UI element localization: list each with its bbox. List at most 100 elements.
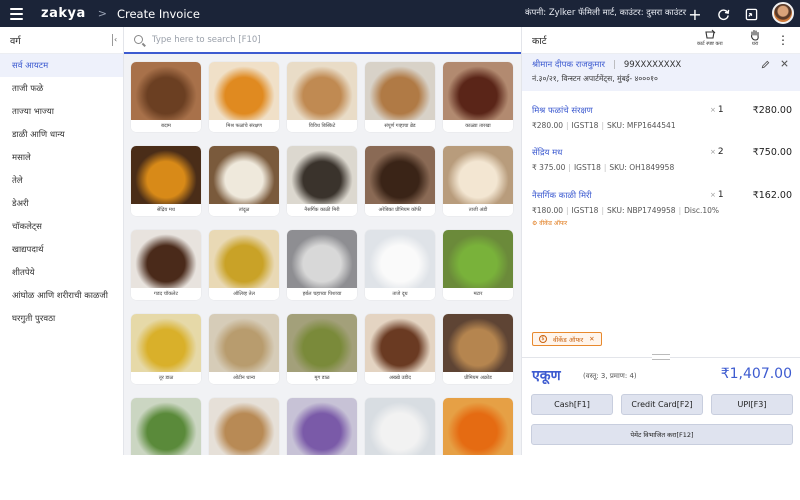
drag-handle[interactable] [652,354,670,360]
product-tile[interactable]: हर्बल चहाच्या पिशव्या [287,230,357,300]
clear-cart-button[interactable]: कार्ट स्पष्ट करा [697,29,723,47]
product-tile[interactable]: सेंद्रिय मध [131,146,201,216]
product-label: बदाम [131,120,201,132]
more-options-icon[interactable]: ⋮ [777,34,790,46]
split-payment-button[interactable]: पेमेंट विभाजित करा[F12] [531,424,793,445]
product-tile[interactable]: विविध बिस्किटे [287,62,357,132]
cart-item[interactable]: मिश्र फळांचे संरक्षण ₹280.00 | IGST18 | SKU: … [532,105,792,130]
cart-header: कार्ट कार्ट स्पष्ट करा धरा ⋮ [522,27,800,54]
sidebar-item[interactable]: तेले [0,169,123,192]
product-tile[interactable]: मटार [443,230,513,300]
item-meta-value: SKU: MFP1644541 [607,121,676,130]
customer-card[interactable]: श्रीमान दीपक राजकुमार | 99XXXXXXXX नं.३०… [522,54,800,91]
total-summary: (वस्तू: 3, प्रमाण: 4) [583,372,637,380]
remove-discount-icon[interactable]: ✕ [589,335,594,343]
sync-icon[interactable] [713,4,733,24]
product-tile[interactable]: गडद चॉकलेट [131,230,201,300]
product-tile[interactable]: बॉडी लोशन [365,398,435,455]
product-tile[interactable]: नैसर्गिक काळी मिरी [287,146,357,216]
cash-button[interactable]: Cash[F1] [531,394,613,415]
clear-cart-label: कार्ट स्पष्ट करा [697,41,723,47]
item-quantity[interactable]: × 2 [710,147,724,157]
meta-separator: | [566,206,569,215]
meta-separator: | [568,163,571,172]
sidebar-item[interactable]: ताजी फळे [0,77,123,100]
product-label: मिश्र फळांचे संरक्षण [209,120,279,132]
product-tile[interactable]: ताजे दूध [365,230,435,300]
item-quantity[interactable]: × 1 [710,105,724,115]
customer-address: नं.३०/२१, विन्स्टन अपार्टमेंट्स, मुंबई- … [532,74,658,83]
product-tile[interactable]: मूग डाळ [287,314,357,384]
product-tile[interactable]: अख्खे उडीद [365,314,435,384]
product-tile[interactable]: टूथब्रश [209,398,279,455]
product-image [209,230,279,288]
company-counter-label[interactable]: कंपनी: Zylker फॅमिली मार्ट, काउंटर: दुसर… [525,0,686,27]
product-tile[interactable]: ऑलिव्ह तेल [209,230,279,300]
sidebar-item[interactable]: डेअरी [0,192,123,215]
product-tile[interactable]: संपूर्ण गव्हाचा ब्रेड [365,62,435,132]
item-qty-value: 2 [717,147,724,157]
plus-icon[interactable]: + [685,4,705,24]
top-bar: zakya > Create Invoice कंपनी: Zylker फॅम… [0,0,800,27]
credit-card-button[interactable]: Credit Card[F2] [621,394,703,415]
item-quantity[interactable]: × 1 [710,190,724,200]
hold-label: धरा [751,41,759,47]
product-tile[interactable]: काळ्या तारखा [443,62,513,132]
item-meta: ₹ 375.00 | IGST18 | SKU: OH1849958 [532,163,792,172]
discount-chip[interactable]: $ वीकेंड ऑफर ✕ [532,332,602,346]
close-icon[interactable] [780,58,789,71]
category-list: सर्व आयटम ताजी फळे ताज्या भाज्या डाळी आणि ध… [0,54,123,330]
customer-name[interactable]: श्रीमान दीपक राजकुमार [532,59,605,70]
sidebar-item[interactable]: घरगुती पुरवठा [0,307,123,330]
clear-cart-icon [704,29,716,41]
item-meta-value: SKU: OH1849958 [609,163,675,172]
product-tile[interactable]: अरेबिका प्रीमियम कॉफी [365,146,435,216]
avatar[interactable] [772,2,794,24]
hamburger-icon[interactable] [10,7,23,20]
sidebar-item[interactable]: मसाले [0,146,123,169]
breadcrumb-separator: > [97,7,107,20]
sidebar-item[interactable]: शीतपेये [0,261,123,284]
product-tile[interactable]: लॅव्हेंडर साबण [287,398,357,455]
product-tile[interactable]: तांदूळ [209,146,279,216]
product-tile[interactable]: बदाम [131,62,201,132]
product-label: गडद चॉकलेट [131,288,201,300]
product-image [287,62,357,120]
search-input[interactable] [152,34,452,45]
item-meta-value: IGST18 [571,121,599,130]
cart-title: कार्ट [532,35,547,47]
register-icon[interactable] [741,4,761,24]
sidebar-item[interactable]: ताज्या भाज्या [0,100,123,123]
app-logo[interactable]: zakya [41,6,86,21]
upi-button[interactable]: UPI[F3] [711,394,793,415]
cart-item[interactable]: नैसर्गिक काळी मिरी ₹180.00 | IGST18 | SKU: NB… [532,190,792,227]
collapse-sidebar-icon[interactable]: ‹ [112,34,120,46]
hold-button[interactable]: धरा [749,29,761,47]
product-tile[interactable]: ताजी अंडी [443,146,513,216]
product-image [209,62,279,120]
product-label: ओटीन धान्य [209,372,279,384]
sidebar-item[interactable]: डाळी आणि धान्य [0,123,123,146]
product-label: ऑलिव्ह तेल [209,288,279,300]
cart-item[interactable]: सेंद्रिय मध ₹ 375.00 | IGST18 | SKU: OH184995… [532,147,792,172]
sidebar-item[interactable]: चॉकलेट्स [0,215,123,238]
product-tile[interactable]: संत्री [443,398,513,455]
product-tile[interactable]: मिश्र फळांचे संरक्षण [209,62,279,132]
sidebar-item[interactable]: खाद्यपदार्थ [0,238,123,261]
meta-separator: | [601,121,604,130]
product-label: हर्बल चहाच्या पिशव्या [287,288,357,300]
product-label: प्रीमियम अक्रोड [443,372,513,384]
product-image [287,146,357,204]
sidebar-item[interactable]: आंघोळ आणि शरीराची काळजी [0,284,123,307]
product-tile[interactable]: ओटीन धान्य [209,314,279,384]
sidebar-item[interactable]: सर्व आयटम [0,54,123,77]
edit-icon[interactable] [761,60,770,72]
product-tile[interactable]: तूर डाळ [131,314,201,384]
total-row: एकूण (वस्तू: 3, प्रमाण: 4) ₹1,407.00 [532,366,792,386]
meta-separator: | [566,121,569,130]
product-label: संपूर्ण गव्हाचा ब्रेड [365,120,435,132]
product-tile[interactable]: कोरफड [131,398,201,455]
product-label: विविध बिस्किटे [287,120,357,132]
product-tile[interactable]: प्रीमियम अक्रोड [443,314,513,384]
meta-separator: | [601,206,604,215]
